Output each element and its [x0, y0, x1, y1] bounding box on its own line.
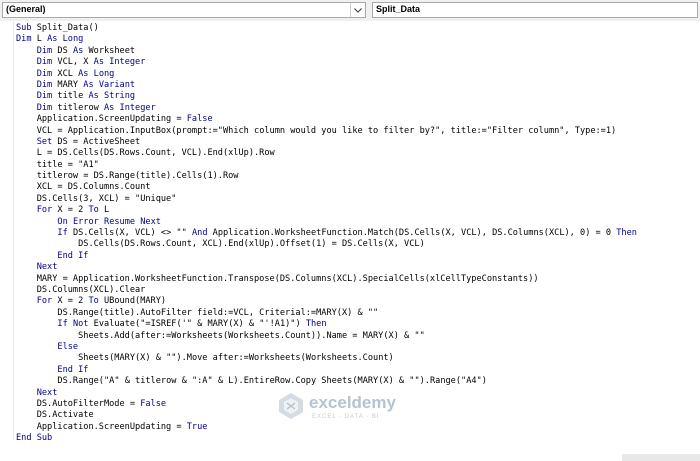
object-dropdown[interactable]: (General) [2, 2, 366, 18]
code-line[interactable]: XCL = DS.Columns.Count [16, 182, 700, 193]
code-line[interactable]: If Not Evaluate("=ISREF('" & MARY(X) & "… [16, 319, 700, 330]
code-window-header: (General) Split_Data [0, 0, 700, 22]
code-line[interactable]: Set DS = ActiveSheet [16, 137, 700, 148]
code-line[interactable]: Else [16, 342, 700, 353]
code-line[interactable]: End If [16, 365, 700, 376]
code-line[interactable]: Dim title As String [16, 91, 700, 102]
code-line[interactable]: DS.Columns(XCL).Clear [16, 285, 700, 296]
procedure-dropdown[interactable]: Split_Data [372, 2, 698, 18]
code-line[interactable]: Dim MARY As Variant [16, 80, 700, 91]
code-line[interactable]: Dim L As Long [16, 34, 700, 45]
code-line[interactable]: DS.Range(title).AutoFilter field:=VCL, C… [16, 308, 700, 319]
exceldemy-watermark: exceldemy EXCEL · DATA · BI [278, 390, 428, 424]
code-editor[interactable]: Sub Split_Data() Dim L As Long Dim DS As … [0, 21, 700, 461]
code-line[interactable]: VCL = Application.InputBox(prompt:="Whic… [16, 126, 700, 137]
code-line[interactable]: Sheets.Add(after:=Worksheets(Worksheets.… [16, 331, 700, 342]
code-line[interactable]: DS.Cells(3, XCL) = "Unique" [16, 194, 700, 205]
code-line[interactable]: DS.Cells(DS.Rows.Count, XCL).End(xlUp).O… [16, 239, 700, 250]
object-dropdown-value: (General) [6, 4, 46, 14]
code-line[interactable]: Application.ScreenUpdating = False [16, 114, 700, 125]
code-line[interactable]: Dim XCL As Long [16, 69, 700, 80]
code-line[interactable]: End Sub [16, 433, 700, 444]
code-line[interactable]: Dim DS As Worksheet [16, 46, 700, 57]
code-line[interactable]: Dim VCL, X As Integer [16, 57, 700, 68]
code-line[interactable]: Sub Split_Data() [16, 23, 700, 34]
code-line[interactable]: Next [16, 262, 700, 273]
exceldemy-logo-icon [279, 393, 303, 419]
code-line[interactable]: L = DS.Cells(DS.Rows.Count, VCL).End(xlU… [16, 148, 700, 159]
code-line[interactable]: titlerow = DS.Range(title).Cells(1).Row [16, 171, 700, 182]
watermark-name: exceldemy [309, 393, 396, 412]
procedure-dropdown-value: Split_Data [376, 4, 421, 14]
chevron-down-icon[interactable] [350, 3, 365, 17]
code-line[interactable]: Sheets(MARY(X) & "").Move after:=Workshe… [16, 353, 700, 364]
code-line[interactable]: End If [16, 251, 700, 262]
code-line[interactable]: MARY = Application.WorksheetFunction.Tra… [16, 274, 700, 285]
code-line[interactable]: If DS.Cells(X, VCL) <> "" And Applicatio… [16, 228, 700, 239]
code-area[interactable]: Sub Split_Data() Dim L As Long Dim DS As … [16, 23, 700, 444]
code-line[interactable]: DS.Range("A" & titlerow & ":A" & L).Enti… [16, 376, 700, 387]
code-line[interactable]: title = "A1" [16, 160, 700, 171]
code-line[interactable]: Dim titlerow As Integer [16, 103, 700, 114]
watermark-tagline: EXCEL · DATA · BI [312, 414, 380, 420]
code-line[interactable]: For X = 2 To L [16, 205, 700, 216]
code-line[interactable]: On Error Resume Next [16, 217, 700, 228]
horizontal-scrollbar[interactable] [622, 454, 700, 461]
code-line[interactable]: For X = 2 To UBound(MARY) [16, 296, 700, 307]
margin-indicator-bar[interactable] [0, 21, 14, 440]
